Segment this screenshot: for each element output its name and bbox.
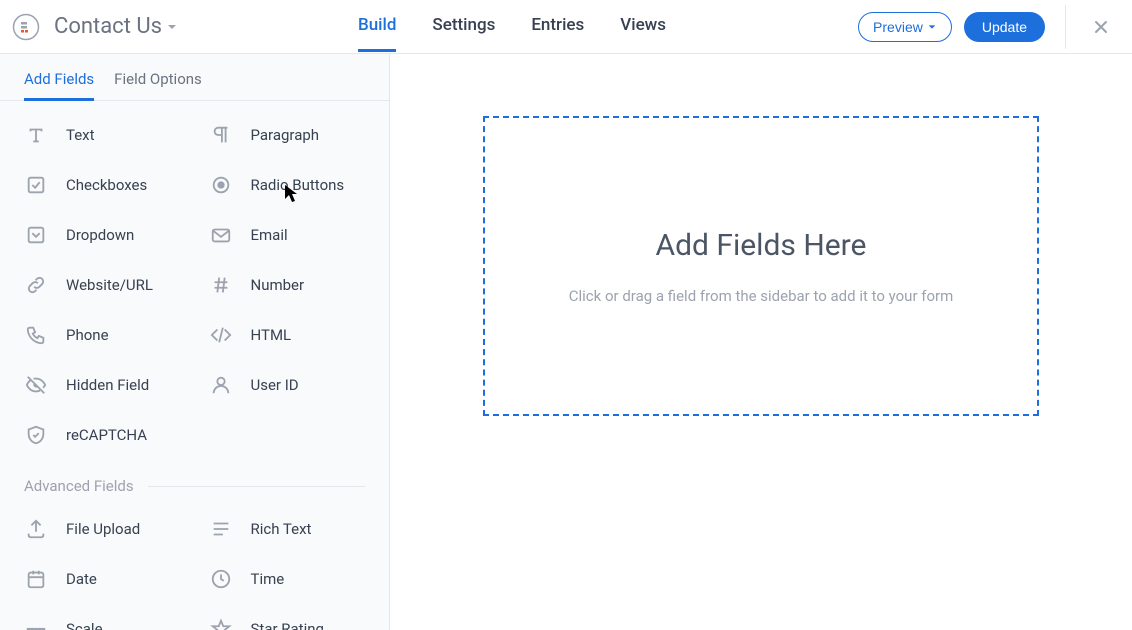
code-icon xyxy=(209,323,233,347)
field-html[interactable]: HTML xyxy=(195,313,380,357)
field-time[interactable]: Time xyxy=(195,557,380,601)
caret-down-icon xyxy=(166,21,178,33)
form-canvas: Add Fields Here Click or drag a field fr… xyxy=(390,54,1132,630)
user-icon xyxy=(209,373,233,397)
shield-icon xyxy=(24,423,48,447)
field-label: Rich Text xyxy=(251,520,312,538)
form-title-dropdown[interactable]: Contact Us xyxy=(54,14,178,39)
field-label: Date xyxy=(66,570,97,588)
field-checkboxes[interactable]: Checkboxes xyxy=(10,163,195,207)
scale-icon xyxy=(24,617,48,630)
field-label: Paragraph xyxy=(251,126,320,144)
clock-icon xyxy=(209,567,233,591)
app-header: Contact Us Build Settings Entries Views … xyxy=(0,0,1132,54)
header-actions: Preview Update xyxy=(858,5,1116,49)
field-radio[interactable]: Radio Buttons xyxy=(195,163,380,207)
field-file-upload[interactable]: File Upload xyxy=(10,507,195,551)
basic-fields-grid: Text Paragraph Checkboxes Radio Buttons Drop… xyxy=(0,101,389,469)
empty-dropzone[interactable]: Add Fields Here Click or drag a field fr… xyxy=(483,116,1039,416)
field-date[interactable]: Date xyxy=(10,557,195,601)
dropzone-title: Add Fields Here xyxy=(656,228,867,263)
field-label: Scale xyxy=(66,620,103,630)
field-email[interactable]: Email xyxy=(195,213,380,257)
field-userid[interactable]: User ID xyxy=(195,363,380,407)
field-label: reCAPTCHA xyxy=(66,426,147,444)
advanced-section-label: Advanced Fields xyxy=(0,477,389,495)
star-icon xyxy=(209,617,233,630)
field-dropdown[interactable]: Dropdown xyxy=(10,213,195,257)
preview-button[interactable]: Preview xyxy=(858,12,952,42)
tab-entries[interactable]: Entries xyxy=(531,1,584,52)
dropzone-subtitle: Click or drag a field from the sidebar t… xyxy=(569,287,954,305)
close-button[interactable] xyxy=(1086,12,1116,42)
radio-icon xyxy=(209,173,233,197)
sidebar-tab-add-fields[interactable]: Add Fields xyxy=(24,64,94,101)
tab-views[interactable]: Views xyxy=(620,1,666,52)
field-website[interactable]: Website/URL xyxy=(10,263,195,307)
phone-icon xyxy=(24,323,48,347)
eye-off-icon xyxy=(24,373,48,397)
caret-down-icon xyxy=(927,22,937,32)
email-icon xyxy=(209,223,233,247)
field-scale[interactable]: Scale xyxy=(10,607,195,630)
field-recaptcha[interactable]: reCAPTCHA xyxy=(10,413,195,457)
header-tabs: Build Settings Entries Views xyxy=(358,1,666,52)
sidebar: Add Fields Field Options Text Paragraph Ch… xyxy=(0,54,390,630)
field-label: File Upload xyxy=(66,520,140,538)
tab-settings[interactable]: Settings xyxy=(432,1,495,52)
field-rich-text[interactable]: Rich Text xyxy=(195,507,380,551)
field-label: Number xyxy=(251,276,305,294)
dropdown-icon xyxy=(24,223,48,247)
sidebar-tabs: Add Fields Field Options xyxy=(0,54,389,101)
field-hidden[interactable]: Hidden Field xyxy=(10,363,195,407)
advanced-fields-grid: File Upload Rich Text Date Time Scale Star Ra… xyxy=(0,495,389,630)
field-label: Email xyxy=(251,226,288,244)
link-icon xyxy=(24,273,48,297)
field-number[interactable]: Number xyxy=(195,263,380,307)
upload-icon xyxy=(24,517,48,541)
richtext-icon xyxy=(209,517,233,541)
text-icon xyxy=(24,123,48,147)
field-phone[interactable]: Phone xyxy=(10,313,195,357)
field-paragraph[interactable]: Paragraph xyxy=(195,113,380,157)
field-text[interactable]: Text xyxy=(10,113,195,157)
app-logo xyxy=(12,13,40,41)
field-label: Checkboxes xyxy=(66,176,147,194)
form-title-label: Contact Us xyxy=(54,14,162,39)
update-button[interactable]: Update xyxy=(964,12,1045,42)
field-star-rating[interactable]: Star Rating xyxy=(195,607,380,630)
calendar-icon xyxy=(24,567,48,591)
field-label: User ID xyxy=(251,376,299,394)
main-area: Add Fields Field Options Text Paragraph Ch… xyxy=(0,54,1132,630)
sidebar-tab-field-options[interactable]: Field Options xyxy=(114,64,202,101)
field-label: Star Rating xyxy=(251,620,324,630)
paragraph-icon xyxy=(209,123,233,147)
field-label: Time xyxy=(251,570,285,588)
field-label: Text xyxy=(66,126,95,144)
divider xyxy=(1065,5,1066,49)
field-label: Dropdown xyxy=(66,226,134,244)
tab-build[interactable]: Build xyxy=(358,1,396,52)
field-label: Website/URL xyxy=(66,276,153,294)
hash-icon xyxy=(209,273,233,297)
checkbox-icon xyxy=(24,173,48,197)
field-label: Phone xyxy=(66,326,109,344)
field-label: Radio Buttons xyxy=(251,176,345,194)
field-label: HTML xyxy=(251,326,292,344)
field-label: Hidden Field xyxy=(66,376,149,394)
